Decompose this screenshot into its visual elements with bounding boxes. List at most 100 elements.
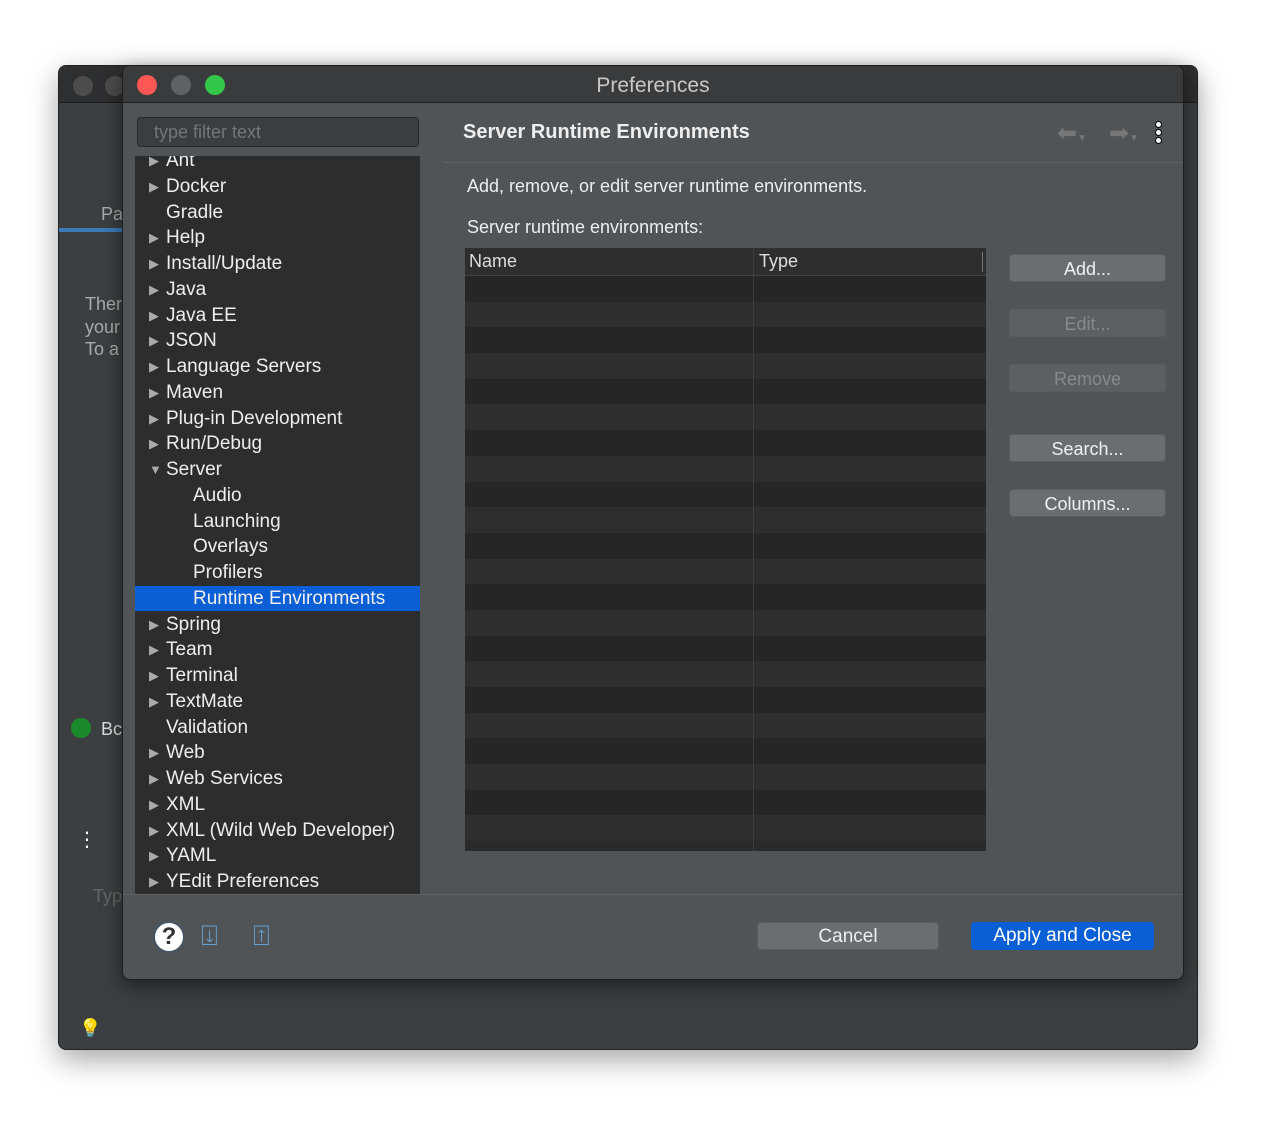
- tree-item[interactable]: ▶ TextMate: [135, 689, 420, 714]
- search-button[interactable]: Search...: [1009, 434, 1166, 462]
- collapsed-arrow-icon[interactable]: ▶: [149, 156, 159, 173]
- tree-item[interactable]: ▶ Install/Update: [135, 251, 420, 276]
- table-row[interactable]: [465, 712, 986, 739]
- tree-item[interactable]: Gradle: [135, 200, 420, 225]
- tree-item[interactable]: Profilers: [135, 560, 420, 585]
- apply-and-close-button[interactable]: Apply and Close: [971, 922, 1154, 950]
- tree-item[interactable]: Launching: [135, 509, 420, 534]
- tree-item[interactable]: Audio: [135, 483, 420, 508]
- filter-input[interactable]: [137, 117, 419, 147]
- collapsed-arrow-icon[interactable]: ▶: [149, 406, 159, 431]
- table-row[interactable]: [465, 430, 986, 456]
- tree-item[interactable]: ▶ Docker: [135, 174, 420, 199]
- expanded-arrow-icon[interactable]: ▼: [149, 457, 162, 482]
- view-menu-icon[interactable]: [1155, 121, 1163, 145]
- tree-item-label: YEdit Preferences: [166, 871, 320, 892]
- table-row[interactable]: [465, 327, 986, 354]
- table-row[interactable]: [465, 276, 986, 302]
- tree-item-label: Run/Debug: [166, 433, 263, 455]
- table-row[interactable]: [465, 738, 986, 765]
- tree-item[interactable]: ▶ Java EE: [135, 303, 420, 328]
- edit-button[interactable]: Edit...: [1009, 309, 1166, 337]
- table-row[interactable]: [465, 789, 986, 816]
- collapsed-arrow-icon[interactable]: ▶: [149, 328, 159, 353]
- tree-item-label: Install/Update: [166, 253, 283, 274]
- bg-text: Typ: [93, 886, 123, 906]
- tree-item[interactable]: ▶ XML (Wild Web Developer): [135, 818, 420, 843]
- collapsed-arrow-icon[interactable]: ▶: [149, 251, 159, 276]
- collapsed-arrow-icon[interactable]: ▶: [149, 843, 159, 868]
- table-row[interactable]: [465, 301, 986, 328]
- tree-item[interactable]: ▶ XML: [135, 792, 420, 817]
- tree-item[interactable]: ▶ Terminal: [135, 663, 420, 688]
- table-row[interactable]: [465, 661, 986, 687]
- collapsed-arrow-icon[interactable]: ▶: [149, 354, 159, 379]
- help-icon[interactable]: ?: [153, 921, 185, 953]
- collapsed-arrow-icon[interactable]: ▶: [149, 380, 159, 405]
- collapsed-arrow-icon[interactable]: ▶: [149, 277, 159, 302]
- tree-item[interactable]: ▶ Plug-in Development: [135, 406, 420, 431]
- collapsed-arrow-icon[interactable]: ▶: [149, 303, 159, 328]
- tree-item-label: YAML: [166, 845, 217, 867]
- collapsed-arrow-icon[interactable]: ▶: [149, 663, 159, 688]
- column-header-type[interactable]: Type: [759, 251, 798, 272]
- tree-item[interactable]: ▶ YAML: [135, 843, 420, 868]
- table-row[interactable]: [465, 584, 986, 610]
- add-button[interactable]: Add...: [1009, 254, 1166, 282]
- collapsed-arrow-icon[interactable]: ▶: [149, 689, 159, 714]
- collapsed-arrow-icon[interactable]: ▶: [149, 818, 159, 843]
- tree-item[interactable]: ▶ Spring: [135, 612, 420, 637]
- table-row[interactable]: [465, 507, 986, 533]
- tree-item[interactable]: ▼ Server: [135, 457, 420, 482]
- table-row[interactable]: [465, 353, 986, 379]
- tree-item[interactable]: ▶ Help: [135, 225, 420, 250]
- cancel-button[interactable]: Cancel: [757, 922, 939, 950]
- tree-item[interactable]: ▶ Language Servers: [135, 354, 420, 379]
- table-row[interactable]: [465, 635, 986, 662]
- tree-item-label: Audio: [193, 484, 242, 506]
- tree-item[interactable]: ▶ Web: [135, 740, 420, 765]
- tree-item[interactable]: Validation: [135, 715, 420, 740]
- tree-item-label: Docker: [166, 175, 227, 197]
- tree-item-label: JSON: [166, 330, 217, 352]
- collapsed-arrow-icon[interactable]: ▶: [149, 792, 159, 817]
- table-row[interactable]: [465, 455, 986, 482]
- table-row[interactable]: [465, 532, 986, 559]
- collapsed-arrow-icon[interactable]: ▶: [149, 612, 159, 637]
- tree-item[interactable]: ▶ YEdit Preferences: [135, 869, 420, 894]
- remove-button[interactable]: Remove: [1009, 364, 1166, 392]
- columns-button[interactable]: Columns...: [1009, 489, 1166, 517]
- table-row[interactable]: [465, 609, 986, 636]
- table-row[interactable]: [465, 764, 986, 790]
- import-icon[interactable]: ⍗: [201, 920, 218, 953]
- tree-item[interactable]: ▶ JSON: [135, 328, 420, 353]
- table-row[interactable]: [465, 558, 986, 585]
- forward-arrow-icon[interactable]: ➡▼: [1109, 119, 1139, 148]
- tree-item[interactable]: Runtime Environments: [135, 585, 420, 611]
- table-row[interactable]: [465, 481, 986, 508]
- collapsed-arrow-icon[interactable]: ▶: [149, 766, 159, 791]
- tree-item[interactable]: ▶ Ant: [135, 156, 420, 173]
- collapsed-arrow-icon[interactable]: ▶: [149, 740, 159, 765]
- runtime-table[interactable]: Name Type: [465, 248, 986, 851]
- export-icon[interactable]: ⍐: [253, 920, 270, 953]
- collapsed-arrow-icon[interactable]: ▶: [149, 637, 159, 662]
- tree-item[interactable]: ▶ Run/Debug: [135, 431, 420, 456]
- collapsed-arrow-icon[interactable]: ▶: [149, 174, 159, 199]
- tree-item[interactable]: ▶ Maven: [135, 380, 420, 405]
- collapsed-arrow-icon[interactable]: ▶: [149, 225, 159, 250]
- dialog-title: Preferences: [596, 74, 710, 97]
- table-row[interactable]: [465, 815, 986, 842]
- table-row[interactable]: [465, 687, 986, 713]
- table-row[interactable]: [465, 378, 986, 405]
- back-arrow-icon[interactable]: ⬅▼: [1057, 119, 1087, 148]
- collapsed-arrow-icon[interactable]: ▶: [149, 869, 159, 894]
- tree-item[interactable]: ▶ Team: [135, 637, 420, 662]
- tree-item[interactable]: Overlays: [135, 534, 420, 559]
- tree-item-label: Gradle: [166, 201, 224, 223]
- table-row[interactable]: [465, 404, 986, 431]
- tree-item[interactable]: ▶ Java: [135, 277, 420, 302]
- collapsed-arrow-icon[interactable]: ▶: [149, 431, 159, 456]
- tree-item[interactable]: ▶ Web Services: [135, 766, 420, 791]
- column-header-name[interactable]: Name: [469, 251, 517, 272]
